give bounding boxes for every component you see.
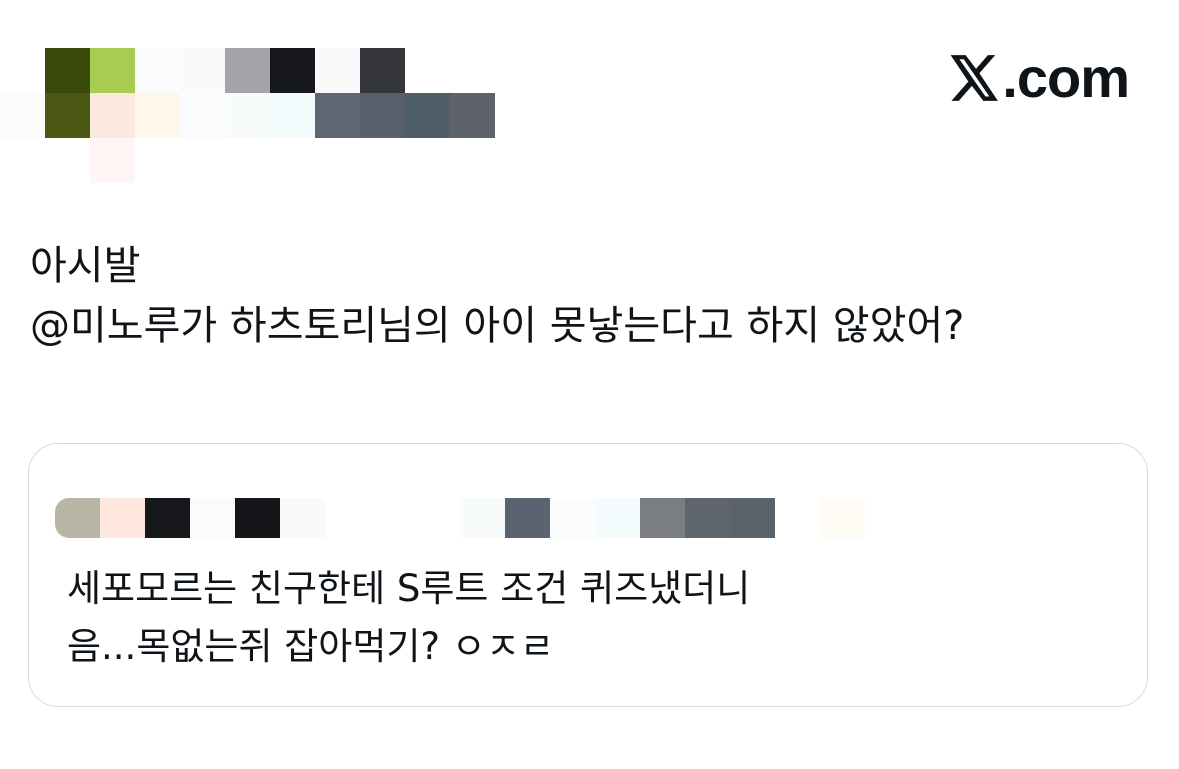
brand-domain-text: .com [1002,46,1130,109]
quoted-tweet-line: 세포모르는 친구한테 S루트 조건 퀴즈냈더니 [67,567,751,610]
quoted-tweet-card[interactable]: 세포모르는 친구한테 S루트 조건 퀴즈냈더니 음...목없는쥐 잡아먹기? ㅇ… [28,443,1148,707]
author-mosaic-censored [0,0,520,200]
x-com-brand: .com [950,46,1130,110]
x-logo-icon [950,55,999,101]
quoted-tweet-line: 음...목없는쥐 잡아먹기? ㅇㅈㄹ [67,625,554,668]
tweet-line: @미노루가 하츠토리님의 아이 못낳는다고 하지 않았어? [30,303,965,349]
tweet-text: 아시발 @미노루가 하츠토리님의 아이 못낳는다고 하지 않았어? [30,236,1150,356]
tweet-line: 아시발 [30,243,141,289]
quoted-author-mosaic-censored [55,498,875,544]
quoted-tweet-text: 세포모르는 친구한테 S루트 조건 퀴즈냈더니 음...목없는쥐 잡아먹기? ㅇ… [67,560,750,676]
